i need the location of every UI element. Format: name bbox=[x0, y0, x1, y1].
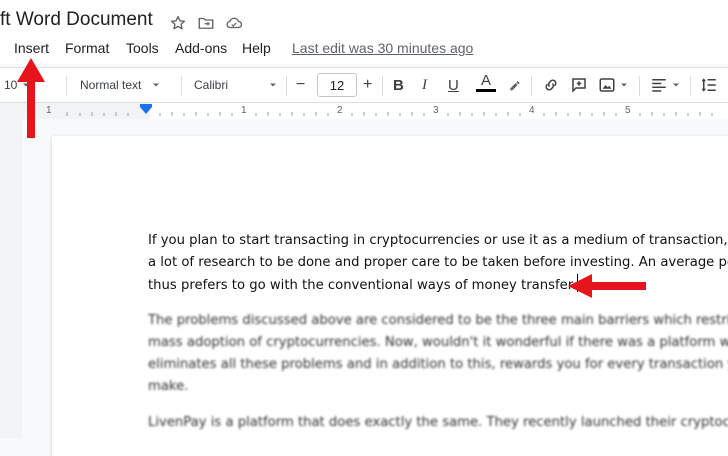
chevron-down-icon bbox=[673, 83, 679, 87]
toolbar-divider bbox=[181, 76, 182, 96]
ruler-ticks bbox=[0, 103, 713, 119]
toolbar-divider bbox=[639, 76, 640, 96]
menu-tools[interactable]: Tools bbox=[126, 40, 159, 56]
menu-format[interactable]: Format bbox=[65, 40, 109, 56]
font-value: Calibri bbox=[194, 78, 229, 92]
horizontal-ruler[interactable]: 1 1 2 3 4 5 bbox=[0, 103, 728, 120]
link-icon[interactable] bbox=[542, 75, 560, 95]
bold-icon[interactable]: B bbox=[393, 75, 404, 95]
menu-help[interactable]: Help bbox=[242, 40, 271, 56]
font-size-input[interactable]: 12 bbox=[317, 73, 357, 97]
font-select[interactable]: Calibri bbox=[194, 75, 278, 95]
chevron-down-icon bbox=[23, 83, 30, 87]
move-to-folder-icon[interactable] bbox=[196, 13, 216, 33]
text-line: eliminates all these problems and in add… bbox=[148, 357, 728, 372]
title-bar: ft Word Document bbox=[0, 0, 728, 38]
text-color-swatch bbox=[476, 89, 496, 92]
title-actions bbox=[168, 13, 244, 33]
menu-insert[interactable]: Insert bbox=[14, 40, 49, 56]
menu-bar: Insert Format Tools Add-ons Help Last ed… bbox=[0, 38, 728, 64]
style-select[interactable]: Normal text bbox=[80, 75, 161, 95]
text-line: LivenPay is a platform that does exactly… bbox=[148, 415, 728, 430]
align-icon[interactable] bbox=[650, 75, 681, 95]
paragraph[interactable]: LivenPay is a platform that does exactly… bbox=[148, 412, 728, 434]
comment-icon[interactable] bbox=[570, 75, 588, 95]
text-line: mass adoption of cryptocurrencies. Now, … bbox=[148, 335, 728, 350]
italic-icon[interactable]: I bbox=[422, 75, 427, 95]
chevron-down-icon bbox=[270, 83, 277, 87]
paragraph[interactable]: If you plan to start transacting in cryp… bbox=[148, 230, 728, 297]
image-icon[interactable] bbox=[598, 75, 629, 95]
toolbar-divider bbox=[531, 76, 532, 96]
vertical-ruler[interactable] bbox=[0, 119, 23, 438]
text-line: make. bbox=[148, 379, 189, 394]
increase-font-size-button[interactable]: + bbox=[363, 75, 372, 95]
text-line-content: thus prefers to go with the conventional… bbox=[148, 278, 577, 293]
highlight-icon[interactable] bbox=[507, 75, 523, 95]
zoom-select[interactable]: 10 bbox=[4, 75, 31, 95]
text-line: a lot of research to be done and proper … bbox=[148, 255, 728, 270]
menu-add-ons[interactable]: Add-ons bbox=[175, 40, 227, 56]
underline-icon[interactable]: U bbox=[448, 75, 459, 95]
ruler-number: 4 bbox=[529, 105, 535, 116]
text-cursor bbox=[577, 274, 579, 292]
chevron-down-icon bbox=[621, 83, 627, 87]
text-line: If you plan to start transacting in cryp… bbox=[148, 233, 728, 248]
paragraph[interactable]: The problems discussed above are conside… bbox=[148, 310, 728, 398]
toolbar-divider bbox=[286, 76, 287, 96]
line-spacing-icon[interactable] bbox=[700, 75, 718, 95]
cloud-status-icon[interactable] bbox=[224, 13, 244, 33]
zoom-value: 10 bbox=[4, 78, 18, 92]
ruler-number: 1 bbox=[46, 105, 52, 116]
toolbar-divider bbox=[66, 76, 67, 96]
formatting-toolbar: 10 Normal text Calibri − 12 + B I U A bbox=[0, 67, 728, 103]
toolbar-divider bbox=[382, 76, 383, 96]
ruler-number: 2 bbox=[337, 105, 343, 116]
document-title[interactable]: ft Word Document bbox=[0, 9, 153, 31]
toolbar-divider bbox=[690, 76, 691, 96]
star-icon[interactable] bbox=[168, 13, 188, 33]
text-line: thus prefers to go with the conventional… bbox=[148, 274, 728, 297]
style-value: Normal text bbox=[80, 78, 142, 92]
last-edit-link[interactable]: Last edit was 30 minutes ago bbox=[292, 40, 473, 56]
chevron-down-icon bbox=[153, 83, 160, 87]
decrease-font-size-button[interactable]: − bbox=[296, 75, 305, 95]
text-line: The problems discussed above are conside… bbox=[148, 313, 728, 328]
ruler-number: 1 bbox=[241, 105, 247, 116]
ruler-number: 5 bbox=[625, 105, 631, 116]
ruler-number: 3 bbox=[433, 105, 439, 116]
text-color-icon[interactable]: A bbox=[476, 73, 496, 93]
